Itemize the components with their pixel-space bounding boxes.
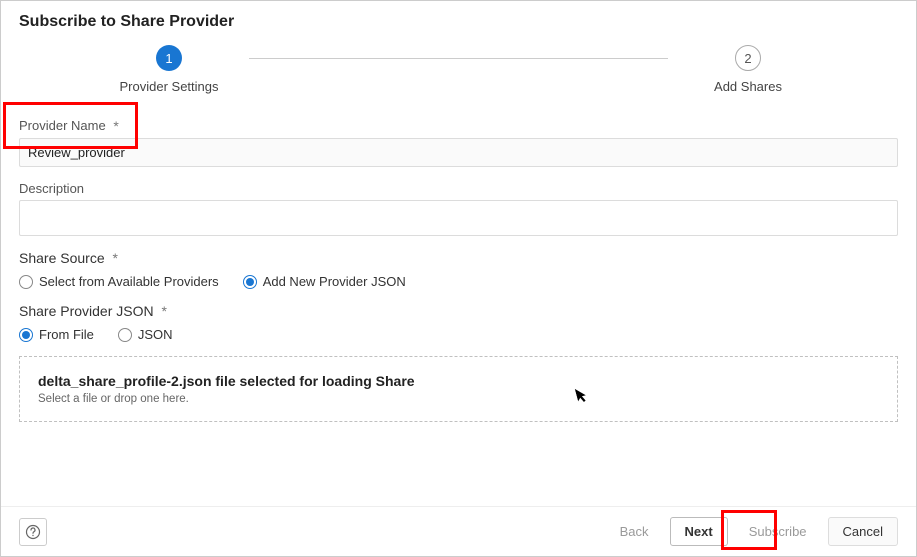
dialog-footer: Back Next Subscribe Cancel <box>1 506 916 556</box>
description-label: Description <box>19 181 898 196</box>
share-json-radio-group: From File JSON <box>19 327 898 342</box>
required-indicator: * <box>162 303 167 319</box>
description-input[interactable] <box>19 200 898 236</box>
radio-select-available[interactable]: Select from Available Providers <box>19 274 219 289</box>
required-indicator: * <box>113 250 118 266</box>
radio-add-new-json[interactable]: Add New Provider JSON <box>243 274 406 289</box>
step-provider-settings[interactable]: 1 Provider Settings <box>89 45 249 94</box>
radio-label: From File <box>39 327 94 342</box>
wizard-stepper: 1 Provider Settings 2 Add Shares <box>19 45 898 94</box>
dropzone-hint: Select a file or drop one here. <box>38 393 879 405</box>
radio-icon <box>243 275 257 289</box>
step-2-label: Add Shares <box>714 79 782 94</box>
radio-icon <box>19 275 33 289</box>
subscribe-button[interactable]: Subscribe <box>734 517 822 546</box>
step-1-circle: 1 <box>156 45 182 71</box>
description-group: Description <box>19 181 898 236</box>
share-source-label: Share Source * <box>19 250 898 266</box>
provider-name-label: Provider Name * <box>19 118 898 134</box>
provider-name-group: Provider Name * <box>19 118 898 167</box>
required-indicator: * <box>113 118 118 134</box>
cancel-button[interactable]: Cancel <box>828 517 898 546</box>
provider-name-input[interactable] <box>19 138 898 167</box>
step-add-shares[interactable]: 2 Add Shares <box>668 45 828 94</box>
dialog-title: Subscribe to Share Provider <box>19 13 898 31</box>
radio-json[interactable]: JSON <box>118 327 173 342</box>
file-dropzone[interactable]: delta_share_profile-2.json file selected… <box>19 356 898 422</box>
dropzone-selected-file: delta_share_profile-2.json file selected… <box>38 373 879 389</box>
step-2-circle: 2 <box>735 45 761 71</box>
share-provider-json-label-text: Share Provider JSON <box>19 303 154 319</box>
next-button[interactable]: Next <box>670 517 728 546</box>
help-icon <box>25 524 41 540</box>
help-button[interactable] <box>19 518 47 546</box>
provider-name-label-text: Provider Name <box>19 118 106 133</box>
share-source-label-text: Share Source <box>19 250 105 266</box>
radio-label: Select from Available Providers <box>39 274 219 289</box>
radio-icon <box>19 328 33 342</box>
share-source-radio-group: Select from Available Providers Add New … <box>19 274 898 289</box>
radio-label: JSON <box>138 327 173 342</box>
step-connector <box>249 58 668 59</box>
back-button[interactable]: Back <box>605 517 664 546</box>
step-1-label: Provider Settings <box>120 79 219 94</box>
radio-icon <box>118 328 132 342</box>
radio-label: Add New Provider JSON <box>263 274 406 289</box>
share-provider-json-label: Share Provider JSON * <box>19 303 898 319</box>
radio-from-file[interactable]: From File <box>19 327 94 342</box>
